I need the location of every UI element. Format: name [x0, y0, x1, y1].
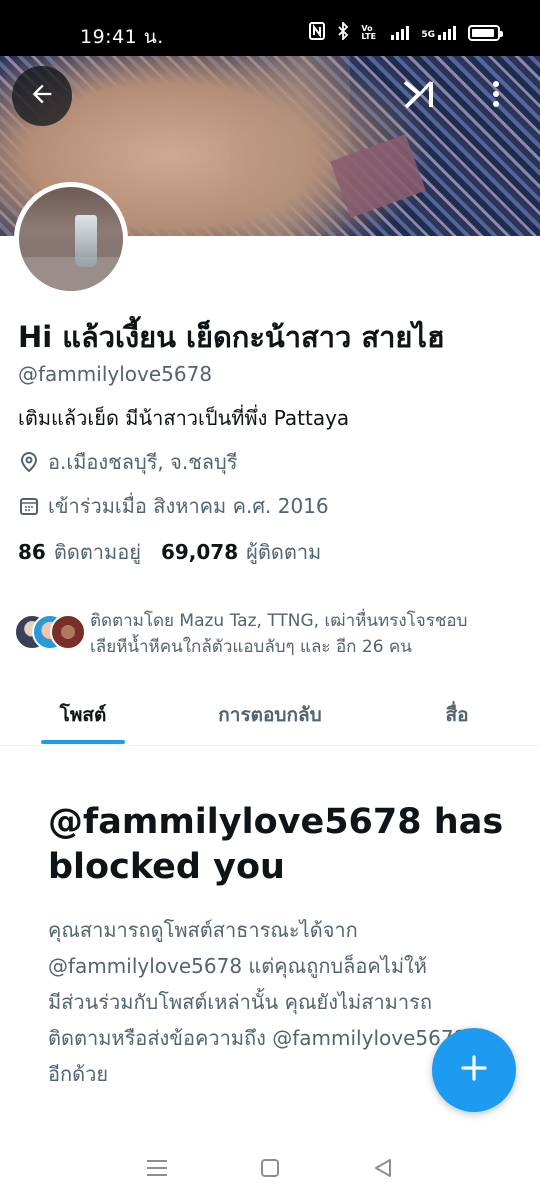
back-arrow-icon — [28, 80, 56, 112]
signal-icon — [391, 26, 410, 40]
calendar-icon — [18, 495, 40, 517]
follower-avatar — [50, 614, 86, 650]
blocked-body-line2: @fammilylove5678 แต่คุณถูกบล็อคไม่ให้ — [48, 954, 427, 978]
blocked-body-line3: มีส่วนร่วมกับโพสต์เหล่านั้น คุณยังไม่สาม… — [48, 990, 432, 1014]
plus-icon — [459, 1053, 489, 1087]
xi-button[interactable] — [398, 74, 442, 118]
tab-posts-label: โพสต์ — [59, 704, 107, 726]
followed-by-text: ติดตามโดย Mazu Taz, TTNG, เฒ่าหื่นทรงโจร… — [90, 608, 467, 660]
location-text: อ.เมืองชลบุรี, จ.ชลบุรี — [48, 450, 238, 474]
profile-handle: @fammilylove5678 — [18, 362, 213, 386]
home-icon — [260, 1158, 280, 1182]
status-icons: Vo LTE 5G — [309, 20, 503, 44]
tab-replies-label: การตอบกลับ — [218, 704, 322, 726]
blocked-title: @fammilylove5678 has blocked you — [48, 802, 504, 887]
tab-posts[interactable]: โพสต์ — [0, 684, 166, 746]
5g-signal-icon: 5G — [421, 26, 456, 40]
home-button[interactable] — [250, 1150, 290, 1190]
recents-button[interactable] — [137, 1150, 177, 1190]
avatar[interactable] — [14, 182, 128, 296]
profile-tabs: โพสต์ การตอบกลับ สื่อ — [0, 684, 540, 746]
following-label: ติดตามอยู่ — [53, 540, 141, 564]
5g-label: 5G — [421, 30, 435, 40]
system-back-button[interactable] — [363, 1150, 403, 1190]
back-triangle-icon — [373, 1158, 393, 1182]
avatar-glass — [75, 215, 97, 267]
bluetooth-icon — [337, 20, 349, 44]
banner-shade — [230, 56, 350, 236]
follow-counts: 86 ติดตามอยู่ 69,078 ผู้ติดตาม — [18, 536, 528, 568]
location-icon — [18, 451, 40, 473]
profile-bio: เติมแล้วเย็ด มีน้าสาวเป็นที่พึ่ง Pattaya — [18, 406, 350, 430]
followers-link[interactable]: 69,078 ผู้ติดตาม — [161, 536, 321, 568]
following-link[interactable]: 86 ติดตามอยู่ — [18, 536, 141, 568]
volte-icon: Vo LTE — [361, 24, 377, 41]
joined-text: เข้าร่วมเมื่อ สิงหาคม ค.ศ. 2016 — [48, 494, 329, 518]
nfc-icon — [309, 22, 326, 44]
tab-media-label: สื่อ — [445, 704, 469, 726]
followers-count: 69,078 — [160, 540, 239, 564]
followed-by-line1: ติดตามโดย Mazu Taz, TTNG, เฒ่าหื่นทรงโจร… — [90, 611, 468, 631]
more-button[interactable] — [476, 74, 516, 118]
display-name: Hi แล้วเงี้ยน เย็ดกะน้าสาว สายไฮ — [18, 320, 445, 354]
more-vertical-icon — [492, 80, 500, 112]
followed-by-line2: เลียหีน้ำหีคนใกล้ตัวแอบลับๆ และ อีก 26 ค… — [90, 637, 412, 657]
compose-button[interactable] — [432, 1028, 516, 1112]
xi-icon — [403, 79, 437, 113]
system-nav-bar — [0, 1140, 540, 1200]
followed-by-avatars — [14, 614, 88, 654]
followers-label: ผู้ติดตาม — [246, 540, 322, 564]
tab-replies[interactable]: การตอบกลับ — [166, 684, 374, 746]
avatar-table — [19, 257, 123, 291]
following-count: 86 — [18, 540, 46, 564]
followed-by[interactable]: ติดตามโดย Mazu Taz, TTNG, เฒ่าหื่นทรงโจร… — [14, 608, 524, 660]
profile-info: Hi แล้วเงี้ยน เย็ดกะน้าสาว สายไฮ @fammil… — [18, 318, 528, 568]
tab-media[interactable]: สื่อ — [374, 684, 540, 746]
recents-icon — [146, 1159, 168, 1181]
back-button[interactable] — [12, 66, 72, 126]
battery-icon — [468, 25, 503, 41]
active-tab-indicator — [41, 740, 125, 744]
status-bar: 19:41 น. Vo LTE 5G — [0, 0, 540, 56]
status-time: 19:41 น. — [80, 26, 164, 48]
blocked-body-line1: คุณสามารถดูโพสต์สาธารณะได้จาก — [48, 918, 358, 942]
location-row: อ.เมืองชลบุรี, จ.ชลบุรี — [18, 448, 528, 476]
joined-row: เข้าร่วมเมื่อ สิงหาคม ค.ศ. 2016 — [18, 492, 528, 520]
